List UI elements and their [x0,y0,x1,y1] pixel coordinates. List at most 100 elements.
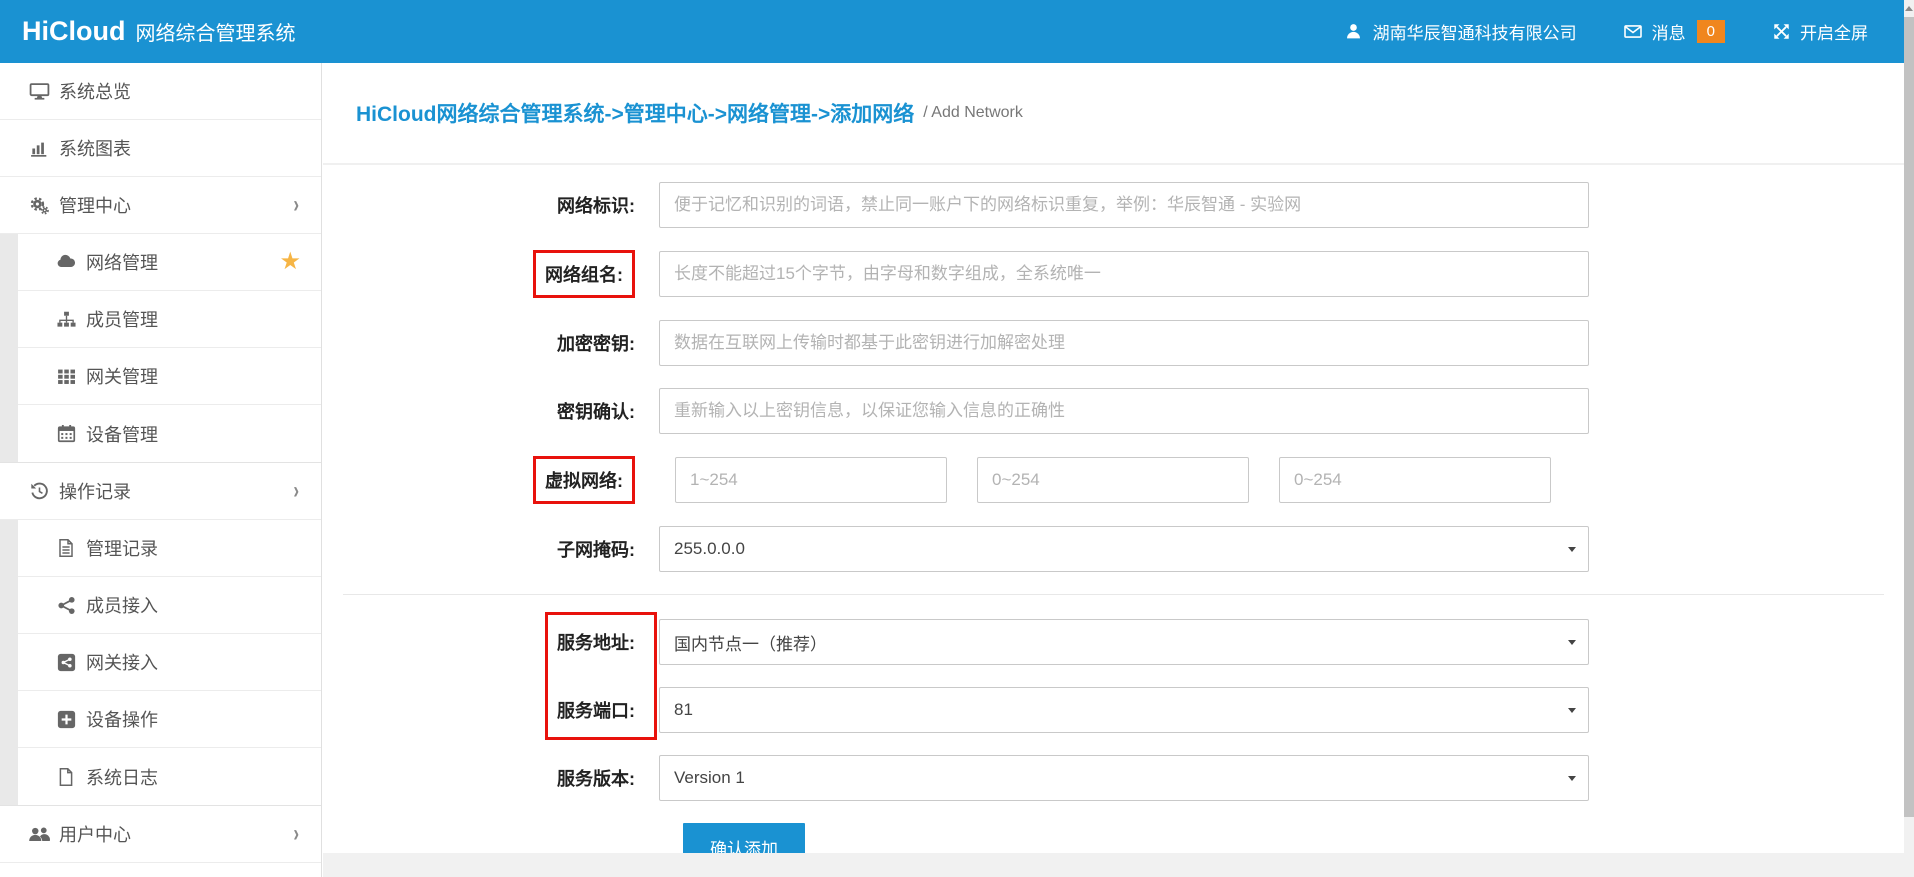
service-address-selected-value: 国内节点一（推荐） [674,630,827,655]
sidebar-item-calendar[interactable]: 设备管理 [18,405,321,462]
sidebar-item-cloud[interactable]: 网络管理 ★ [18,234,321,291]
virtual-network-input-1[interactable] [675,457,947,503]
scrollbar-up-button[interactable] [1904,0,1914,17]
envelope-icon [1623,22,1643,42]
breadcrumb: HiCloud网络综合管理系统->管理中心->网络管理->添加网络 [356,98,914,128]
chart-icon [27,137,51,159]
form-section-divider [343,594,1884,595]
user-icon [1344,22,1364,42]
sidebar-item-gears[interactable]: 管理中心 › [0,177,321,234]
share-icon [54,594,78,616]
calendar-icon [54,423,78,445]
sidebar-item-label: 管理记录 [86,535,158,561]
service-version-row: 服务版本:Version 1 [323,755,1904,801]
encryption-key-input[interactable] [659,320,1589,366]
file-icon [54,766,78,788]
company-name: 湖南华辰智通科技有限公司 [1373,19,1577,44]
key-confirm-input[interactable] [659,388,1589,434]
service-address-label: 服务地址: [323,629,659,655]
sidebar-item-label: 设备操作 [86,706,158,732]
virtual-network-input-2[interactable] [977,457,1249,503]
history-icon [27,480,51,502]
company-account[interactable]: 湖南华辰智通科技有限公司 [1344,19,1577,44]
subnet-mask-label-text: 子网掩码: [557,540,635,560]
dropdown-caret-icon [1568,640,1576,645]
sidebar-item-grid[interactable]: 网关管理 [18,348,321,405]
sidebar-item-label: 系统日志 [86,764,158,790]
key-confirm-row: 密钥确认: [323,388,1904,434]
encryption-key-label: 加密密钥: [323,330,659,356]
sidebar-item-label: 设备管理 [86,421,158,447]
sidebar-subgroup: 管理记录成员接入网关接入设备操作系统日志 [0,520,321,806]
grid-icon [54,365,78,387]
subnet-mask-row: 子网掩码: 255.0.0.0 [323,526,1904,572]
network-identifier-label-text: 网络标识: [557,196,635,216]
subnet-mask-label: 子网掩码: [323,536,659,562]
network-group-name-label-text: 网络组名: [533,250,635,298]
service-version-select[interactable]: Version 1 [659,755,1589,801]
service-port-label: 服务端口: [323,697,659,723]
sidebar-item-desktop[interactable]: 系统总览 [0,63,321,120]
sidebar-item-chart[interactable]: 系统图表 [0,120,321,177]
share-square-icon [54,651,78,673]
service-port-row: 服务端口: 81 [323,687,1904,733]
sidebar: 系统总览系统图表管理中心 › 网络管理 ★ 成员管理网关管理设备管理操作记录 › 管理记录成… [0,63,322,877]
sidebar-item-share[interactable]: 成员接入 [18,577,321,634]
chevron-right-icon: › [293,191,299,219]
sidebar-subgroup: 网络管理 ★ 成员管理网关管理设备管理 [0,234,321,463]
sidebar-item-label: 系统总览 [59,78,131,104]
plus-square-icon [54,708,78,730]
virtual-network-row: 虚拟网络: [323,456,1904,504]
sidebar-item-file-text[interactable]: 管理记录 [18,520,321,577]
content-footer [323,853,1904,877]
fullscreen-toggle[interactable]: 开启全屏 [1771,19,1868,44]
cloud-icon [54,251,78,273]
sidebar-item-file[interactable]: 系统日志 [18,748,321,805]
sidebar-item-share-square[interactable]: 网关接入 [18,634,321,691]
scroll-up-arrow-icon [1905,6,1913,11]
sidebar-item-label: 网络管理 [86,249,158,275]
key-confirm-label-text: 密钥确认: [557,402,635,422]
sidebar-item-plus-square[interactable]: 设备操作 [18,691,321,748]
network-identifier-input[interactable] [659,182,1589,228]
sidebar-item-label: 成员接入 [86,592,158,618]
scrollbar-thumb[interactable] [1904,17,1914,817]
service-address-select[interactable]: 国内节点一（推荐） [659,619,1589,665]
key-confirm-label: 密钥确认: [323,398,659,424]
encryption-key-label-text: 加密密钥: [557,334,635,354]
sidebar-item-label: 操作记录 [59,478,131,504]
service-port-selected-value: 81 [674,700,693,720]
network-group-name-row: 网络组名: [323,250,1904,298]
virtual-network-input-3[interactable] [1279,457,1551,503]
desktop-icon [27,80,51,102]
sidebar-item-label: 系统图表 [59,135,131,161]
gears-icon [27,194,51,216]
breadcrumb-suffix: / Add Network [923,104,1023,122]
virtual-network-label: 虚拟网络: [323,456,659,504]
add-network-form: 网络标识: 网络组名: 加密密钥: 密钥确认: 虚拟网络: 子网掩码: 255.0.0.0 服… [323,165,1904,871]
favorite-star-icon: ★ [279,250,301,274]
service-version-selected-value: Version 1 [674,768,745,788]
sidebar-item-history[interactable]: 操作记录 › [0,463,321,520]
service-address-label-text: 服务地址: [557,633,635,653]
sidebar-item-sitemap[interactable]: 成员管理 [18,291,321,348]
sidebar-item-label: 管理中心 [59,192,131,218]
chevron-right-icon: › [293,477,299,505]
messages-button[interactable]: 消息 0 [1623,19,1725,44]
sidebar-item-users[interactable]: 用户中心› [0,806,321,863]
service-port-label-text: 服务端口: [557,701,635,721]
messages-count-badge: 0 [1697,20,1725,43]
service-settings-group: 服务地址: 国内节点一（推荐） 服务端口: 81 [323,619,1904,733]
service-port-select[interactable]: 81 [659,687,1589,733]
header-actions: 湖南华辰智通科技有限公司 消息 0 开启全屏 [1344,19,1904,44]
expand-icon [1771,22,1791,42]
subnet-mask-select[interactable]: 255.0.0.0 [659,526,1589,572]
network-identifier-label: 网络标识: [323,192,659,218]
network-group-name-input[interactable] [659,251,1589,297]
breadcrumb-bar: HiCloud网络综合管理系统->管理中心->网络管理->添加网络 / Add … [323,63,1904,165]
main-content: HiCloud网络综合管理系统->管理中心->网络管理->添加网络 / Add … [323,63,1904,877]
sitemap-icon [54,308,78,330]
page-scrollbar[interactable] [1904,0,1914,877]
fullscreen-label: 开启全屏 [1800,19,1868,44]
brand-subtitle: 网络综合管理系统 [135,17,295,46]
